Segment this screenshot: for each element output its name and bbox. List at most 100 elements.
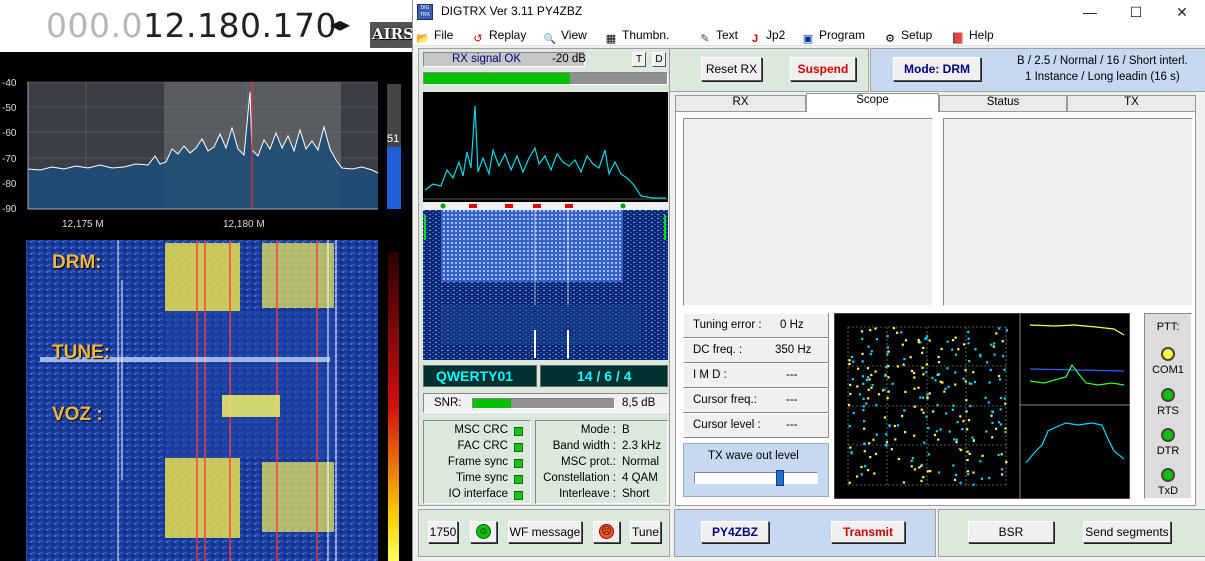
constellation-point [969,404,972,408]
menu-view[interactable]: 🔍 View [543,26,587,45]
constellation-point [1005,461,1008,464]
constellation-point [964,380,967,383]
t-button[interactable]: T [632,52,646,67]
mode-drm-button[interactable]: Mode: DRM [893,57,981,81]
constellation-point [918,466,921,469]
constellation-point [886,397,889,400]
bsr-button[interactable]: BSR [968,521,1054,543]
dtr-label[interactable]: DTR [1145,445,1191,457]
menu-help[interactable]: 📕 Help [951,26,994,45]
constellation-point [972,439,975,442]
constellation-point [924,337,927,340]
constellation-point [989,368,992,371]
constellation-point [951,348,954,351]
green-smiley-button[interactable]: ☺ [470,521,497,543]
constellation-point [952,464,955,467]
constellation-scope [834,313,1130,499]
constellation-point [896,424,900,427]
tune-button[interactable]: Tune [630,521,661,543]
constellation-point [962,377,965,380]
title-bar[interactable]: DIG TRX DIGTRX Ver 3.11 PY4ZBZ — ☐ ✕ [413,0,1205,24]
constellation-point [929,470,932,473]
constellation-point [928,392,931,395]
menu-jp2[interactable]: J Jp2 [748,26,785,45]
constellation-point [953,438,956,441]
send-segments-button[interactable]: Send segments [1083,521,1171,543]
1750-button[interactable]: 1750 [428,521,458,543]
spectrum-plot[interactable]: -40 -50 -60 -70 -80 -90 12,175 M 12,180 … [0,52,412,238]
red-smiley-button[interactable]: ☹ [593,521,620,543]
constellation-point [928,339,931,342]
menu-setup[interactable]: ⚙ Setup [883,26,932,45]
constellation-point [937,355,940,359]
folder-icon: 📂 [416,33,430,45]
constellation-point [926,335,929,338]
com1-label[interactable]: COM1 [1145,364,1191,376]
tab-status[interactable]: Status [939,95,1067,112]
rts-label[interactable]: RTS [1145,405,1191,417]
constellation-point [934,379,937,382]
constellation-point [937,438,940,441]
menu-text[interactable]: ✎ Text [698,26,738,45]
constellation-point [862,409,865,412]
constellation-point [919,396,922,399]
frame-sync-led [514,459,523,468]
constellation-point [946,340,949,343]
suspend-button[interactable]: Suspend [790,57,856,81]
constellation-point [867,397,870,400]
minimize-button[interactable]: — [1067,2,1113,22]
wf-message-button[interactable]: WF message [508,521,582,543]
constellation-point [901,414,904,418]
constellation-point [938,373,941,376]
constellation-point [875,338,879,341]
constellation-point [925,371,928,374]
constellation-point [1001,473,1004,476]
param-constellation-key: Constellation : [543,472,616,484]
constellation-point [1005,329,1008,332]
menu-file[interactable]: 📂 File [416,26,453,45]
tab-tx[interactable]: TX [1067,95,1196,112]
transmit-button[interactable]: Transmit [831,521,905,543]
tx-wave-slider[interactable] [694,470,818,486]
constellation-point [974,348,977,351]
maximize-button[interactable]: ☐ [1113,2,1159,22]
constellation-point [985,430,988,433]
callsign-button[interactable]: PY4ZBZ [701,521,769,543]
d-button[interactable]: D [652,52,666,67]
menu-thumbnails[interactable]: ▦ Thumbn. [604,26,670,45]
tab-rx[interactable]: RX [675,95,806,112]
menu-replay[interactable]: ↺ Replay [471,26,526,45]
constellation-point [901,343,904,346]
com1-led [1161,347,1175,361]
reset-rx-button[interactable]: Reset RX [701,57,762,81]
tx-wave-slider-thumb[interactable] [776,470,785,486]
fac-crc-led [514,443,523,452]
constellation-point [869,353,872,356]
menu-program[interactable]: ▣ Program [801,26,865,45]
txd-label[interactable]: TxD [1145,485,1191,497]
constellation-point [920,408,923,411]
constellation-point [966,450,969,453]
app-icon[interactable]: DIG TRX [417,4,433,20]
constellation-point [965,410,968,413]
constellation-point [991,421,994,424]
frequency-display[interactable]: 12.180.170 [143,6,337,45]
constellation-point [987,401,990,404]
waterfall-display[interactable] [0,240,412,561]
constellation-point [862,382,865,385]
freq-tick-label: 12,180 M [223,219,265,230]
db-tick-label: -40 [2,78,17,89]
constellation-point [944,387,947,390]
waterfall-label-drm: DRM: [52,252,102,273]
tab-scope[interactable]: Scope [806,93,939,112]
frequency-leading-digits[interactable]: 000.0 [46,6,143,45]
close-button[interactable]: ✕ [1159,2,1205,22]
constellation-point [956,421,959,424]
cursor-freq-row: Cursor freq.: --- [683,388,829,413]
snr-value: 8,5 dB [622,397,656,409]
constellation-point [922,373,925,376]
constellation-point [988,476,991,479]
constellation-point [954,336,957,339]
imd-row: I M D : --- [683,363,829,388]
tuning-step-arrows[interactable]: ◂▸ [330,12,350,37]
